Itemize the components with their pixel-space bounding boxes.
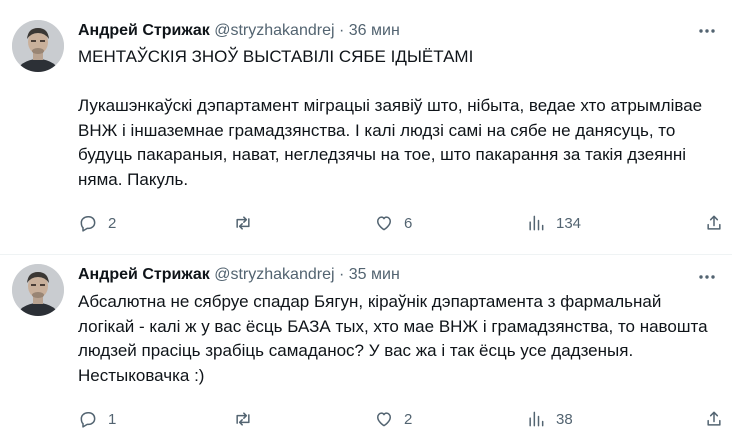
like-count: 6 <box>404 214 413 232</box>
share-icon <box>707 411 721 426</box>
reply-button[interactable]: 2 <box>78 211 116 235</box>
tweet-title-line: МЕНТАЎСКІЯ ЗНОЎ ВЫСТАВІЛІ СЯБЕ ІДЫЁТАМІ <box>78 47 474 66</box>
tweet[interactable]: Андрей Стрижак @stryzhakandrej · 35 мин … <box>0 256 732 448</box>
retweet-button[interactable] <box>233 407 263 431</box>
author-name[interactable]: Андрей Стрижак <box>78 22 210 39</box>
tweet-divider <box>0 254 732 255</box>
reply-count: 1 <box>108 410 117 428</box>
share-icon <box>707 215 721 230</box>
share-button[interactable] <box>704 211 724 235</box>
like-button[interactable]: 6 <box>374 211 412 235</box>
like-count: 2 <box>404 410 413 428</box>
tweet[interactable]: Андрей Стрижак @stryzhakandrej · 36 мин … <box>0 0 732 256</box>
timestamp[interactable]: 35 мин <box>349 266 400 283</box>
reply-count: 2 <box>108 214 117 232</box>
like-icon <box>377 412 391 427</box>
author-handle[interactable]: @stryzhakandrej <box>214 22 334 39</box>
views-count: 134 <box>556 214 582 232</box>
reply-icon <box>80 216 96 232</box>
views-icon <box>529 215 544 231</box>
views-icon <box>529 411 544 427</box>
retweet-button[interactable] <box>233 211 263 235</box>
tweet-actions: 2 6 134 <box>78 211 728 235</box>
avatar[interactable] <box>12 20 64 72</box>
timestamp[interactable]: 36 мин <box>349 22 400 39</box>
views-button[interactable]: 38 <box>526 407 573 431</box>
tweet-text: Абсалютна не сябруе спадар Бягун, кіраўн… <box>78 292 713 385</box>
more-icon[interactable] <box>696 266 718 288</box>
separator-dot: · <box>338 22 345 39</box>
tweet-header: Андрей Стрижак @stryzhakandrej · 35 мин <box>78 264 400 286</box>
views-count: 38 <box>556 410 573 428</box>
reply-button[interactable]: 1 <box>78 407 116 431</box>
like-icon <box>377 216 391 231</box>
avatar-photo <box>12 20 64 72</box>
retweet-icon <box>236 216 250 230</box>
author-name[interactable]: Андрей Стрижак <box>78 266 210 283</box>
more-icon[interactable] <box>696 20 718 42</box>
retweet-icon <box>236 412 250 426</box>
reply-icon <box>80 412 96 428</box>
author-handle[interactable]: @stryzhakandrej <box>214 266 334 283</box>
separator-dot: · <box>338 266 345 283</box>
views-button[interactable]: 134 <box>526 211 581 235</box>
tweet-actions: 1 2 38 <box>78 407 728 431</box>
tweet-header: Андрей Стрижак @stryzhakandrej · 36 мин <box>78 20 400 42</box>
share-button[interactable] <box>704 407 724 431</box>
avatar-photo <box>12 264 64 316</box>
like-button[interactable]: 2 <box>374 407 412 431</box>
tweet-text: Лукашэнкаўскі дэпартамент міграцыі заяві… <box>78 96 707 189</box>
avatar[interactable] <box>12 264 64 316</box>
